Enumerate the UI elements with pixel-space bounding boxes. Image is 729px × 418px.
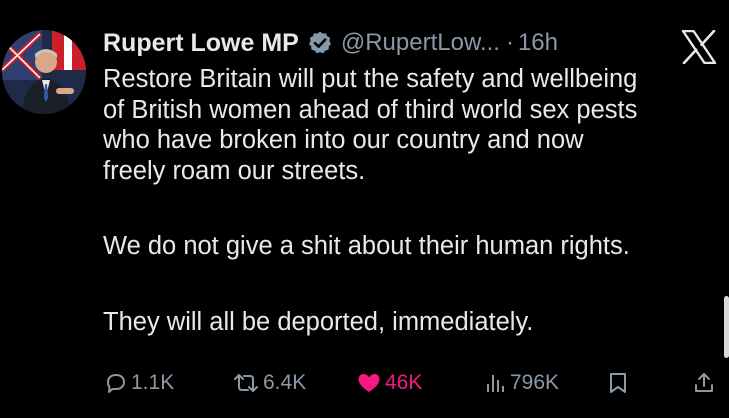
tweet-paragraph: They will all be deported, immediately. xyxy=(103,307,534,336)
like-button[interactable]: 46K xyxy=(356,367,422,399)
tweet-line: of British women ahead of third world se… xyxy=(103,95,638,124)
tweet-card[interactable]: Rupert Lowe MP @RupertLow... · 16h Resto… xyxy=(0,0,729,418)
tweet-line: freely roam our streets. xyxy=(103,156,366,185)
tweet-line: Restore Britain will put the safety and … xyxy=(103,65,638,93)
verified-badge-icon xyxy=(307,30,333,56)
bookmark-icon xyxy=(607,371,629,395)
separator-dot: · xyxy=(505,29,514,56)
retweet-button[interactable]: 6.4K xyxy=(232,367,306,399)
reply-count: 1.1K xyxy=(131,371,175,394)
views-count: 796K xyxy=(510,371,560,394)
tweet-line: who have broken into our country and now xyxy=(103,126,584,154)
tweet-paragraph: We do not give a shit about their human … xyxy=(103,232,630,260)
tweet-text: Restore Britain will put the safety and … xyxy=(103,64,723,337)
scrollbar-thumb[interactable] xyxy=(724,296,729,358)
tweet-header: Rupert Lowe MP @RupertLow... · 16h xyxy=(103,26,558,60)
reply-button[interactable]: 1.1K xyxy=(104,367,174,399)
bookmark-button[interactable] xyxy=(607,367,629,399)
reply-icon xyxy=(104,371,128,395)
heart-icon xyxy=(356,371,382,395)
share-icon xyxy=(692,371,716,395)
views-button[interactable]: 796K xyxy=(483,367,559,399)
tweet-timestamp[interactable]: 16h xyxy=(518,29,558,57)
like-count: 46K xyxy=(385,371,423,394)
x-logo-icon xyxy=(681,29,717,65)
share-button[interactable] xyxy=(692,367,716,399)
retweet-icon xyxy=(232,371,260,395)
author-handle[interactable]: @RupertLow... xyxy=(341,29,500,57)
author-name[interactable]: Rupert Lowe MP xyxy=(103,29,299,58)
retweet-count: 6.4K xyxy=(263,371,307,394)
views-chart-icon xyxy=(483,371,507,395)
avatar[interactable] xyxy=(2,30,86,114)
action-bar: 1.1K 6.4K 46K 796K xyxy=(0,367,729,399)
